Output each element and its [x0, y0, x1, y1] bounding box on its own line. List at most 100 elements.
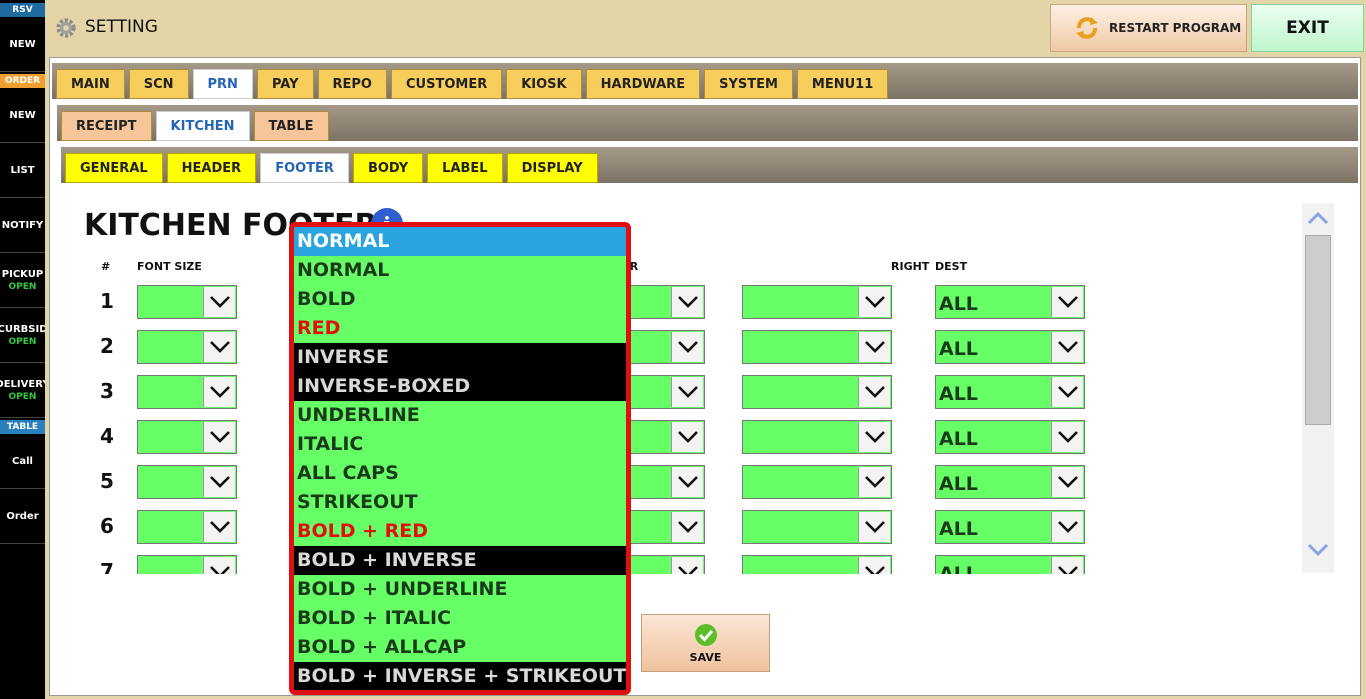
chevron-up-icon[interactable]	[1306, 209, 1330, 227]
right-select[interactable]	[742, 555, 892, 574]
dropdown-toggle[interactable]	[671, 332, 703, 362]
dropdown-option[interactable]: BOLD + INVERSE + STRIKEOUT	[294, 662, 626, 690]
dropdown-option[interactable]: INVERSE	[294, 343, 626, 372]
dropdown-option[interactable]: BOLD + UNDERLINE	[294, 575, 626, 604]
dropdown-option[interactable]: BOLD + ITALIC	[294, 604, 626, 633]
dropdown-toggle[interactable]	[203, 377, 235, 407]
dropdown-toggle[interactable]	[1051, 332, 1083, 362]
dropdown-toggle[interactable]	[203, 287, 235, 317]
right-select[interactable]	[742, 285, 892, 319]
dropdown-toggle[interactable]	[203, 422, 235, 452]
font-size-select[interactable]	[137, 285, 237, 319]
dropdown-option[interactable]: BOLD	[294, 285, 626, 314]
restart-program-button[interactable]: RESTART PROGRAM	[1050, 4, 1247, 52]
dropdown-option[interactable]: INVERSE-BOXED	[294, 372, 626, 401]
tab-kitchen[interactable]: KITCHEN	[155, 111, 250, 141]
tab-prn[interactable]: PRN	[192, 69, 253, 99]
dropdown-toggle[interactable]	[1051, 287, 1083, 317]
dropdown-toggle[interactable]	[203, 557, 235, 574]
font-size-select[interactable]	[137, 465, 237, 499]
scroll-thumb[interactable]	[1305, 235, 1331, 425]
dest-select[interactable]: ALL	[935, 510, 1085, 544]
dest-select[interactable]: ALL	[935, 330, 1085, 364]
right-select[interactable]	[742, 465, 892, 499]
tab-kiosk[interactable]: KIOSK	[506, 69, 582, 99]
dest-select[interactable]: ALL	[935, 465, 1085, 499]
tab-header[interactable]: HEADER	[166, 153, 257, 183]
tab-receipt[interactable]: RECEIPT	[61, 111, 152, 141]
dropdown-toggle[interactable]	[858, 512, 890, 542]
dropdown-toggle[interactable]	[671, 422, 703, 452]
font-size-select[interactable]	[137, 375, 237, 409]
sidebar-item-order[interactable]: Order	[0, 490, 45, 544]
dropdown-toggle[interactable]	[1051, 512, 1083, 542]
tab-footer[interactable]: FOOTER	[260, 153, 349, 183]
dropdown-selected-value[interactable]: NORMAL	[294, 227, 626, 256]
tab-hardware[interactable]: HARDWARE	[585, 69, 701, 99]
dest-select[interactable]: ALL	[935, 555, 1085, 574]
tab-scn[interactable]: SCN	[128, 69, 189, 99]
exit-button[interactable]: EXIT	[1251, 4, 1364, 52]
tab-customer[interactable]: CUSTOMER	[391, 69, 503, 99]
scrollbar[interactable]	[1302, 203, 1334, 573]
dropdown-option[interactable]: STRIKEOUT	[294, 488, 626, 517]
font-size-select[interactable]	[137, 555, 237, 574]
tab-system[interactable]: SYSTEM	[704, 69, 793, 99]
dropdown-option[interactable]: RED	[294, 314, 626, 343]
tab-main[interactable]: MAIN	[56, 69, 125, 99]
dropdown-toggle[interactable]	[1051, 557, 1083, 574]
dropdown-toggle[interactable]	[671, 512, 703, 542]
dropdown-toggle[interactable]	[858, 422, 890, 452]
dropdown-toggle[interactable]	[671, 557, 703, 574]
sidebar-item-list[interactable]: LIST	[0, 144, 45, 198]
sidebar-item-notify[interactable]: NOTIFY	[0, 199, 45, 253]
right-select[interactable]	[742, 375, 892, 409]
dropdown-toggle[interactable]	[671, 467, 703, 497]
tab-body[interactable]: BODY	[352, 153, 424, 183]
dropdown-option[interactable]: BOLD + RED	[294, 517, 626, 546]
dropdown-option[interactable]: NORMAL	[294, 256, 626, 285]
sidebar-item-call[interactable]: Call	[0, 435, 45, 489]
dest-select[interactable]: ALL	[935, 420, 1085, 454]
dropdown-toggle[interactable]	[1051, 467, 1083, 497]
dropdown-toggle[interactable]	[858, 557, 890, 574]
sidebar-item-pickup[interactable]: PICKUP OPEN	[0, 254, 45, 308]
dropdown-toggle[interactable]	[203, 512, 235, 542]
dest-select[interactable]: ALL	[935, 285, 1085, 319]
right-select[interactable]	[742, 420, 892, 454]
save-button[interactable]: SAVE	[641, 614, 770, 672]
tab-general[interactable]: GENERAL	[65, 153, 163, 183]
font-size-select[interactable]	[137, 510, 237, 544]
tab-menu11[interactable]: MENU11	[796, 69, 889, 99]
dest-select[interactable]: ALL	[935, 375, 1085, 409]
font-style-dropdown[interactable]: NORMAL NORMAL BOLD RED INVERSE INVERSE-BOXED U…	[289, 222, 631, 695]
sidebar-item-order-new[interactable]: NEW	[0, 89, 45, 143]
dropdown-toggle[interactable]	[858, 377, 890, 407]
sidebar-item-delivery[interactable]: DELIVERY OPEN	[0, 364, 45, 418]
dropdown-toggle[interactable]	[203, 467, 235, 497]
font-size-select[interactable]	[137, 420, 237, 454]
dropdown-toggle[interactable]	[671, 287, 703, 317]
sidebar-item-curbside[interactable]: CURBSID OPEN	[0, 309, 45, 363]
sidebar-item-rsv-new[interactable]: NEW	[0, 18, 45, 72]
font-size-select[interactable]	[137, 330, 237, 364]
tab-display[interactable]: DISPLAY	[506, 153, 598, 183]
dropdown-option[interactable]: ITALIC	[294, 430, 626, 459]
dropdown-option[interactable]: BOLD + INVERSE	[294, 546, 626, 575]
tab-repo[interactable]: REPO	[317, 69, 387, 99]
tab-label[interactable]: LABEL	[427, 153, 503, 183]
dropdown-toggle[interactable]	[1051, 422, 1083, 452]
dropdown-toggle[interactable]	[858, 332, 890, 362]
dropdown-toggle[interactable]	[858, 467, 890, 497]
tab-table[interactable]: TABLE	[253, 111, 329, 141]
dropdown-toggle[interactable]	[203, 332, 235, 362]
tab-pay[interactable]: PAY	[256, 69, 314, 99]
dropdown-toggle[interactable]	[1051, 377, 1083, 407]
dropdown-option[interactable]: UNDERLINE	[294, 401, 626, 430]
dropdown-toggle[interactable]	[858, 287, 890, 317]
right-select[interactable]	[742, 330, 892, 364]
chevron-down-icon[interactable]	[1306, 541, 1330, 559]
dropdown-toggle[interactable]	[671, 377, 703, 407]
right-select[interactable]	[742, 510, 892, 544]
dropdown-option[interactable]: ALL CAPS	[294, 459, 626, 488]
